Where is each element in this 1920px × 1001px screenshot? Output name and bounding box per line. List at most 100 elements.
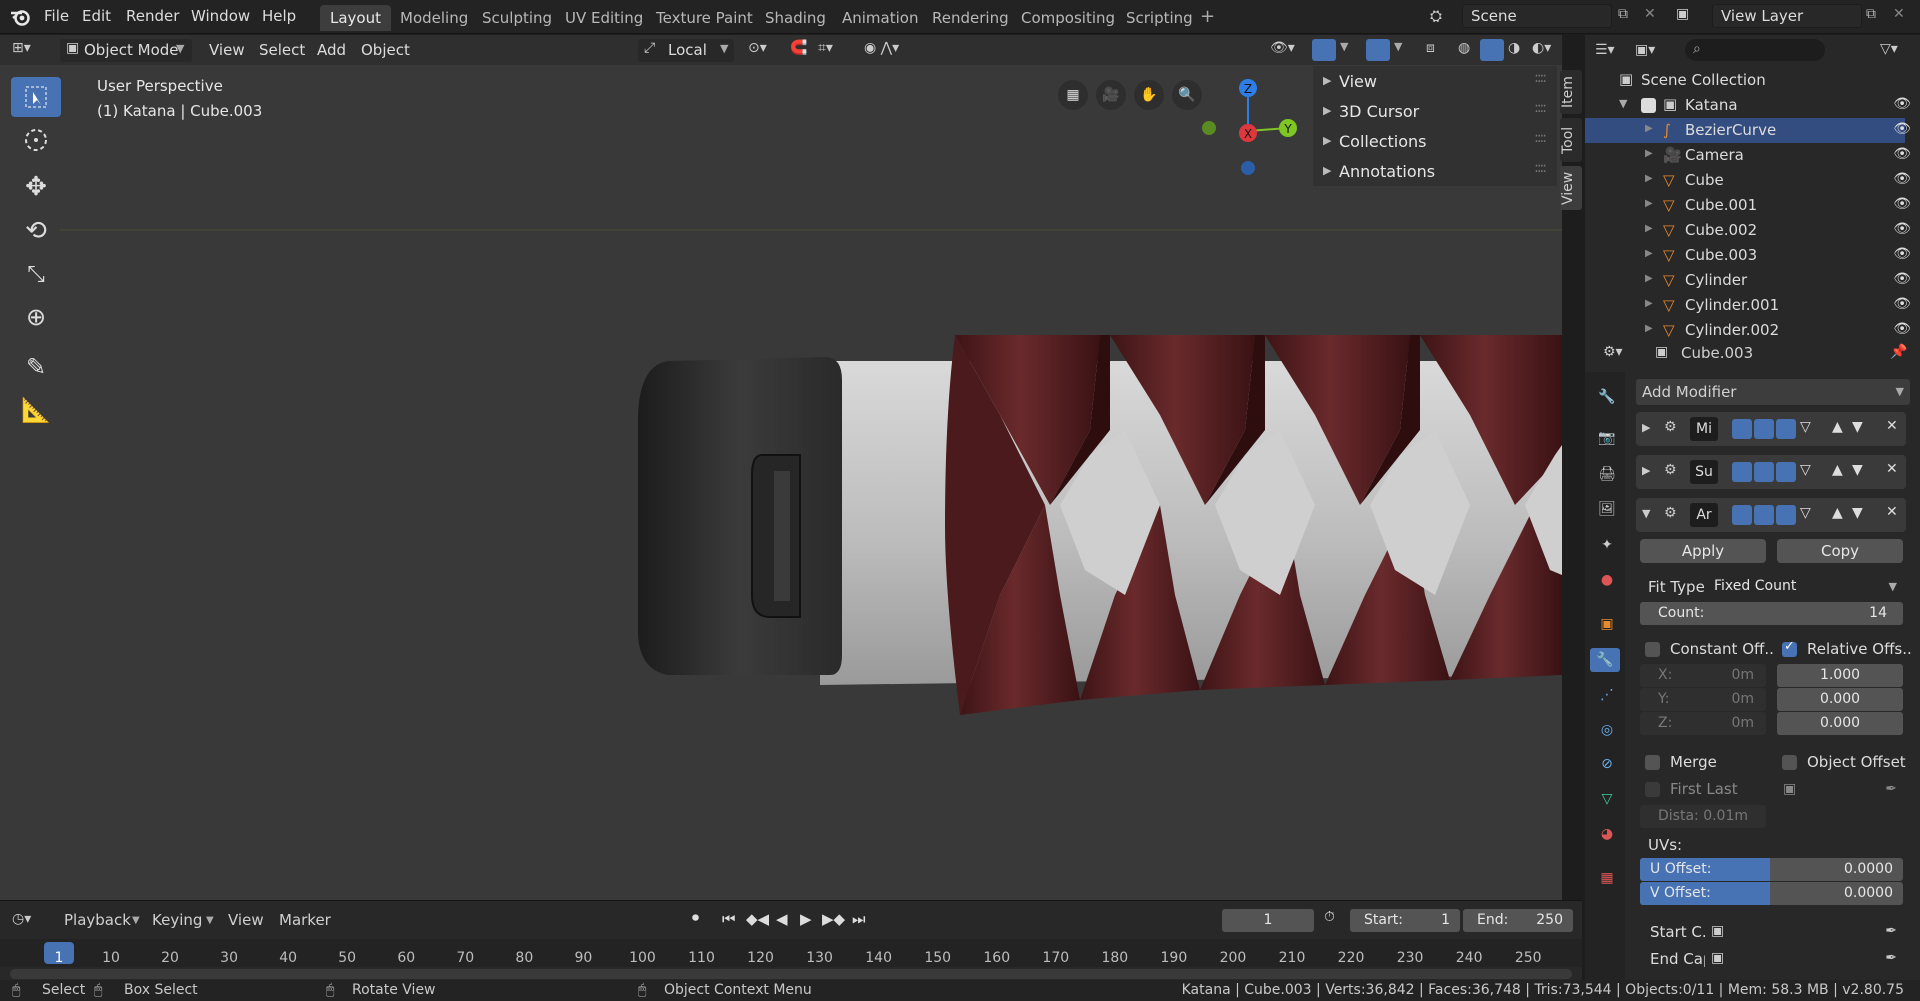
collapse-icon[interactable]: ▼ bbox=[1619, 97, 1627, 110]
eye-icon[interactable]: 👁 bbox=[1893, 271, 1911, 287]
npanel-section-view[interactable]: ▶ View:::: bbox=[1313, 67, 1553, 97]
view-layer-field[interactable]: View Layer bbox=[1712, 4, 1862, 28]
relative-offset-checkbox[interactable]: ✓ bbox=[1782, 639, 1797, 657]
object-offset-checkbox[interactable] bbox=[1782, 755, 1797, 770]
measure-tool[interactable]: 📐 bbox=[11, 390, 61, 430]
menu-render[interactable]: Render bbox=[126, 7, 179, 25]
view-layer-icon[interactable]: ▣ bbox=[1676, 6, 1689, 22]
start-cap-field[interactable]: ▣ ✒ bbox=[1705, 920, 1903, 943]
expand-icon[interactable]: ▶ bbox=[1645, 173, 1653, 184]
solid-shading-icon[interactable] bbox=[1480, 39, 1504, 61]
constant-offset-checkbox[interactable] bbox=[1645, 642, 1660, 657]
relative-z-field[interactable]: 0.000 bbox=[1777, 712, 1903, 735]
sidebar-tab-view[interactable]: View bbox=[1560, 166, 1582, 210]
merge-distance-field[interactable]: Dista: 0.01m bbox=[1640, 805, 1766, 828]
show-in-editmode-icon[interactable] bbox=[1732, 462, 1752, 482]
show-in-viewport-icon[interactable] bbox=[1754, 419, 1774, 439]
drag-handle-icon[interactable]: :::: bbox=[1534, 70, 1547, 86]
expand-icon[interactable]: ▶ bbox=[1645, 148, 1653, 159]
outliner-item[interactable]: ▶ ▽ Cube.003 👁 bbox=[1585, 243, 1911, 268]
prev-keyframe-icon[interactable]: ◆◀ bbox=[746, 910, 769, 928]
npanel-section-3d-cursor[interactable]: ▶ 3D Cursor:::: bbox=[1313, 97, 1553, 127]
filter-icon[interactable]: ▽▾ bbox=[1880, 41, 1898, 57]
scene-tab-icon[interactable]: ✦ bbox=[1595, 533, 1619, 557]
cursor-tool[interactable] bbox=[11, 120, 61, 160]
select-box-tool[interactable] bbox=[11, 77, 61, 117]
show-in-editmode-icon[interactable] bbox=[1732, 419, 1752, 439]
transform-tool[interactable]: ⊕ bbox=[11, 297, 61, 337]
modifier-tab-icon[interactable]: 🔧 bbox=[1590, 648, 1620, 672]
move-tool[interactable]: ✥ bbox=[11, 167, 61, 207]
play-icon[interactable]: ▶ bbox=[800, 910, 812, 928]
snap-icon[interactable]: 🧲 bbox=[790, 40, 807, 56]
outliner-item[interactable]: ▶ ▽ Cylinder 👁 bbox=[1585, 268, 1911, 293]
overlays-toggle-icon[interactable] bbox=[1366, 39, 1390, 61]
navigation-gizmo[interactable]: Z Y X bbox=[1198, 74, 1302, 184]
timeline-editor-icon[interactable]: ◷▾ bbox=[12, 911, 31, 927]
count-field[interactable]: Count: 14 bbox=[1640, 602, 1903, 625]
expand-icon[interactable]: ▶ bbox=[1645, 298, 1653, 309]
modifier-header[interactable]: ▶ ⚙ Su ▽ ▲ ▼ ✕ bbox=[1636, 455, 1906, 489]
collection-checkbox[interactable] bbox=[1641, 98, 1656, 113]
drag-handle-icon[interactable]: :::: bbox=[1534, 130, 1547, 146]
eyedropper-icon[interactable]: ✒ bbox=[1885, 920, 1897, 943]
show-in-render-icon[interactable] bbox=[1776, 419, 1796, 439]
scene-field[interactable]: Scene bbox=[1462, 4, 1612, 28]
outliner-item[interactable]: ▶ ▽ Cube.002 👁 bbox=[1585, 218, 1911, 243]
on-cage-icon[interactable]: ▽ bbox=[1800, 505, 1811, 521]
proportional-edit-icon[interactable]: ◉ ⋀▾ bbox=[864, 40, 899, 56]
constant-y-field[interactable]: Y: 0m bbox=[1640, 688, 1766, 711]
eye-icon[interactable]: 👁 bbox=[1893, 221, 1911, 237]
expand-icon[interactable]: ▶ bbox=[1645, 273, 1653, 284]
new-view-layer-icon[interactable]: ⧉ bbox=[1866, 6, 1876, 22]
viewport-menu-view[interactable]: View bbox=[209, 41, 245, 59]
physics-tab-icon[interactable]: ◎ bbox=[1595, 718, 1619, 742]
modifier-name-field[interactable]: Ar bbox=[1690, 503, 1718, 527]
timeline-menu-keying[interactable]: Keying bbox=[152, 911, 202, 929]
end-cap-field[interactable]: ▣ ✒ bbox=[1705, 947, 1903, 970]
wireframe-shading-icon[interactable]: ◍ bbox=[1458, 40, 1470, 56]
outliner-scene-collection[interactable]: ▣ Scene Collection bbox=[1585, 68, 1905, 93]
menu-edit[interactable]: Edit bbox=[82, 7, 111, 25]
relative-y-field[interactable]: 0.000 bbox=[1777, 688, 1903, 711]
chevron-down-icon[interactable]: ▼ bbox=[1340, 40, 1348, 53]
modifier-name-field[interactable]: Su bbox=[1690, 460, 1718, 484]
show-in-render-icon[interactable] bbox=[1776, 462, 1796, 482]
tab-animation[interactable]: Animation bbox=[832, 5, 928, 31]
outliner-search-input[interactable]: ⌕ bbox=[1685, 39, 1825, 61]
tab-rendering[interactable]: Rendering bbox=[922, 5, 1019, 31]
move-down-icon[interactable]: ▼ bbox=[1852, 505, 1863, 521]
modifier-header[interactable]: ▼ ⚙ Ar ▽ ▲ ▼ ✕ bbox=[1636, 498, 1906, 532]
world-tab-icon[interactable]: ● bbox=[1595, 568, 1619, 592]
remove-modifier-icon[interactable]: ✕ bbox=[1886, 504, 1898, 520]
menu-help[interactable]: Help bbox=[262, 7, 296, 25]
drag-handle-icon[interactable]: :::: bbox=[1534, 160, 1547, 176]
merge-checkbox[interactable] bbox=[1645, 755, 1660, 770]
tab-compositing[interactable]: Compositing bbox=[1011, 5, 1125, 31]
tab-scripting[interactable]: Scripting bbox=[1116, 5, 1203, 31]
camera-view-icon[interactable]: 🎥 bbox=[1096, 80, 1126, 110]
npanel-section-collections[interactable]: ▶ Collections:::: bbox=[1313, 127, 1553, 157]
menu-window[interactable]: Window bbox=[191, 7, 250, 25]
viewport-menu-select[interactable]: Select bbox=[259, 41, 305, 59]
eye-icon[interactable]: 👁 bbox=[1893, 146, 1911, 162]
toggle-perspective-icon[interactable]: ▦ bbox=[1058, 80, 1088, 110]
constraints-tab-icon[interactable]: ⊘ bbox=[1595, 752, 1619, 776]
chevron-down-icon[interactable]: ▼ bbox=[1394, 40, 1402, 53]
expand-icon[interactable]: ▶ bbox=[1645, 223, 1653, 234]
current-frame-field[interactable]: 1 bbox=[1222, 909, 1314, 932]
pan-view-icon[interactable]: ✋ bbox=[1134, 80, 1164, 110]
timeline-menu-view[interactable]: View bbox=[228, 911, 264, 929]
eye-icon[interactable]: 👁 bbox=[1893, 171, 1911, 187]
transform-orientation-selector[interactable]: ⤢ Local ▼ bbox=[638, 39, 734, 62]
timeline-menu-marker[interactable]: Marker bbox=[279, 911, 331, 929]
next-keyframe-icon[interactable]: ▶◆ bbox=[822, 910, 845, 928]
mode-selector[interactable]: ▣ Object Mode ▼ bbox=[60, 39, 192, 62]
visibility-icon[interactable]: 👁▾ bbox=[1270, 40, 1295, 56]
remove-modifier-icon[interactable]: ✕ bbox=[1886, 461, 1898, 477]
scene-selector-icon[interactable]: ⛭ bbox=[1430, 7, 1442, 25]
play-reverse-icon[interactable]: ◀ bbox=[776, 910, 788, 928]
show-in-viewport-icon[interactable] bbox=[1754, 505, 1774, 525]
outliner-item[interactable]: ▶ ∫ BezierCurve 👁 bbox=[1585, 118, 1911, 143]
texture-tab-icon[interactable]: ▦ bbox=[1595, 866, 1619, 890]
